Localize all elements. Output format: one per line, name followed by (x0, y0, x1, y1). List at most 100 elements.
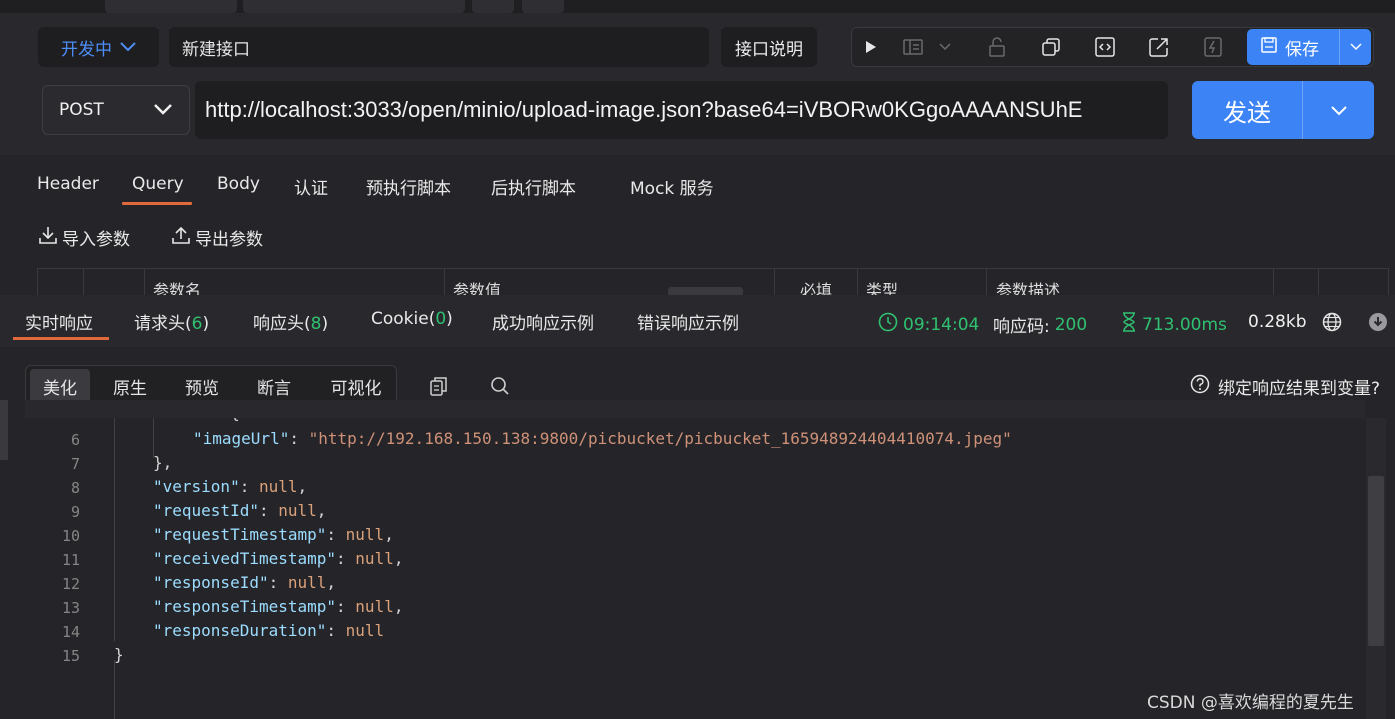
hourglass-icon (1121, 312, 1137, 337)
upload-icon (171, 225, 191, 250)
line-number: 12 (61, 575, 80, 593)
flash-icon[interactable] (1196, 28, 1230, 66)
response-time: 09:14:04 (878, 312, 979, 337)
globe-icon[interactable] (1322, 312, 1342, 336)
tab-label: ) (446, 309, 453, 329)
line-number: 14 (61, 623, 80, 641)
tab-success-example[interactable]: 成功响应示例 (492, 309, 594, 334)
download-circle-icon[interactable] (1368, 312, 1388, 336)
line-number: 8 (70, 479, 80, 497)
column-header: 参数描述 (996, 281, 1061, 295)
count-badge: 6 (191, 314, 203, 334)
line-number: 7 (70, 455, 80, 473)
status-code: 响应码: 200 (993, 312, 1088, 338)
tab-label: 响应头( (253, 314, 311, 334)
search-icon[interactable] (489, 375, 511, 397)
code-line: "requestId": null, (153, 501, 327, 520)
download-icon (38, 225, 58, 250)
scroll-handle[interactable] (668, 287, 743, 295)
panel-resize-handle[interactable] (0, 400, 8, 460)
export-params-label: 导出参数 (195, 230, 263, 250)
line-number: 13 (61, 599, 80, 617)
send-label: 发送 (1223, 98, 1271, 127)
code-icon[interactable] (1088, 28, 1122, 66)
doc-panel-icon[interactable] (896, 28, 930, 66)
tab-auth[interactable]: 认证 (294, 174, 328, 199)
save-label: 保存 (1285, 39, 1319, 60)
tab-query[interactable]: Query (132, 174, 184, 194)
tab-label: ) (321, 314, 329, 334)
tab-pre-script[interactable]: 预执行脚本 (366, 174, 451, 199)
column-header: 参数名 (153, 281, 202, 295)
code-line: "responseDuration": null (153, 621, 385, 640)
api-name-input[interactable]: 新建接口 (169, 27, 709, 67)
export-params-button[interactable]: 导出参数 (171, 225, 263, 250)
status-code-value: 200 (1054, 314, 1088, 335)
environment-label: 开发中 (61, 39, 112, 60)
column-header: 参数值 (453, 281, 502, 295)
view-pretty[interactable]: 美化 (30, 369, 90, 403)
view-visualize[interactable]: 可视化 (320, 369, 392, 403)
chevron-down-icon[interactable] (934, 28, 956, 66)
active-tab-indicator (13, 337, 109, 340)
share-icon[interactable] (1142, 28, 1176, 66)
save-button[interactable]: 保存 (1247, 29, 1371, 65)
tab-response-headers[interactable]: 响应头(8) (253, 309, 328, 334)
tab-error-example[interactable]: 错误响应示例 (637, 309, 739, 334)
line-number: 10 (61, 527, 80, 545)
column-header: 类型 (866, 281, 899, 295)
code-line: "responseId": null, (153, 573, 337, 592)
code-line: "version": null, (153, 477, 308, 496)
tab-request-headers[interactable]: 请求头(6) (134, 309, 209, 334)
view-raw[interactable]: 原生 (100, 369, 160, 403)
bind-response-variable-link[interactable]: 绑定响应结果到变量? (1190, 374, 1380, 399)
api-description-button[interactable]: 接口说明 (721, 27, 817, 67)
line-number: 6 (70, 431, 80, 449)
tab-label: Cookie( (371, 309, 436, 329)
tab-label: 请求头( (134, 314, 192, 334)
editor-top-mask (25, 400, 1365, 418)
tab-mock[interactable]: Mock 服务 (630, 174, 714, 199)
tab-post-script[interactable]: 后执行脚本 (491, 174, 576, 199)
tab-header[interactable]: Header (37, 174, 99, 194)
window-tab[interactable] (522, 0, 564, 13)
tab-realtime-response[interactable]: 实时响应 (25, 309, 93, 334)
view-assert[interactable]: 断言 (244, 369, 304, 403)
code-line: "receivedTimestamp": null, (153, 549, 404, 568)
params-table-header: 参数名 参数值 必填 类型 参数描述 (37, 268, 1389, 295)
indent-guide (114, 418, 115, 641)
window-tab[interactable] (472, 0, 514, 13)
window-tab[interactable] (105, 0, 237, 13)
editor-scrollbar-thumb[interactable] (1368, 476, 1384, 646)
url-input[interactable]: http://localhost:3033/open/minio/upload-… (195, 81, 1168, 139)
chevron-down-icon[interactable] (1340, 43, 1371, 51)
line-number: 15 (61, 647, 80, 665)
tab-body[interactable]: Body (217, 174, 260, 194)
method-label: POST (59, 100, 104, 120)
run-icon[interactable] (854, 28, 888, 66)
chevron-down-icon[interactable] (1303, 105, 1374, 116)
send-button[interactable]: 发送 (1192, 81, 1374, 139)
count-badge: 0 (435, 309, 447, 329)
tab-cookie[interactable]: Cookie(0) (371, 309, 453, 329)
copy-icon[interactable] (428, 375, 450, 397)
lock-icon[interactable] (980, 28, 1014, 66)
view-preview[interactable]: 预览 (172, 369, 232, 403)
import-params-button[interactable]: 导入参数 (38, 225, 130, 250)
status-label: 响应码: (993, 317, 1050, 337)
bind-response-label: 绑定响应结果到变量? (1218, 379, 1381, 399)
watermark: CSDN @喜欢编程的夏先生 (1147, 693, 1354, 713)
line-number: 11 (61, 551, 80, 569)
save-icon (1261, 36, 1277, 58)
clock-icon (878, 312, 898, 337)
chevron-down-icon (153, 100, 173, 120)
response-time-value: 09:14:04 (903, 314, 980, 335)
response-size: 0.28kb (1248, 312, 1307, 332)
method-select[interactable]: POST (42, 85, 190, 135)
window-tab[interactable] (243, 0, 465, 13)
indent-guide (153, 418, 154, 458)
environment-select[interactable]: 开发中 (38, 27, 159, 67)
code-line: }, (153, 453, 173, 472)
copy-icon[interactable] (1034, 28, 1068, 66)
import-params-label: 导入参数 (62, 230, 130, 250)
